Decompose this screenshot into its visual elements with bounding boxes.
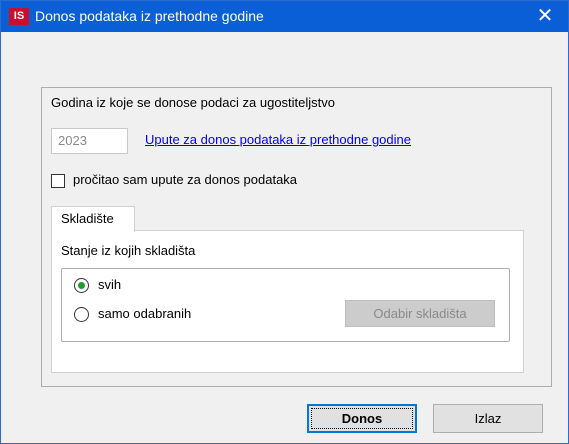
- dialog-window: IS Donos podataka iz prethodne godine ✕ …: [0, 0, 569, 444]
- radio-all-label[interactable]: svih: [98, 277, 121, 292]
- warehouse-heading: Stanje iz kojih skladišta: [61, 243, 196, 258]
- year-field[interactable]: 2023: [51, 128, 128, 154]
- radio-all-warehouses[interactable]: [74, 278, 89, 293]
- tab-skladiste[interactable]: Skladište: [51, 206, 135, 232]
- radio-selected-label[interactable]: samo odabranih: [98, 306, 191, 321]
- donos-button[interactable]: Donos: [307, 404, 417, 433]
- radio-selected-warehouses[interactable]: [74, 307, 89, 322]
- window-title: Donos podataka iz prethodne godine: [35, 8, 264, 24]
- read-instructions-label[interactable]: pročitao sam upute za donos podataka: [73, 172, 297, 187]
- choose-warehouses-button[interactable]: Odabir skladišta: [345, 300, 495, 327]
- close-icon[interactable]: ✕: [522, 1, 568, 32]
- title-bar[interactable]: IS Donos podataka iz prethodne godine ✕: [1, 1, 568, 32]
- izlaz-button[interactable]: Izlaz: [433, 404, 543, 433]
- year-heading: Godina iz koje se donose podaci za ugost…: [51, 95, 336, 110]
- app-logo-icon: IS: [9, 8, 29, 25]
- instructions-link[interactable]: Upute za donos podataka iz prethodne god…: [145, 132, 411, 147]
- read-instructions-checkbox[interactable]: [51, 174, 65, 188]
- focus-outline: [311, 408, 413, 429]
